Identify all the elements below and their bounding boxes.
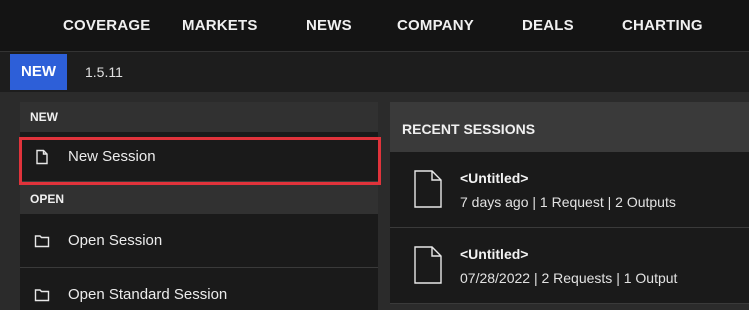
file-icon [414,246,442,284]
nav-deals[interactable]: DEALS [522,0,574,51]
folder-icon [34,288,50,301]
nav-markets[interactable]: MARKETS [182,0,258,51]
recent-sessions-panel: RECENT SESSIONS <Untitled> 7 days ago | … [390,102,749,310]
recent-session-item[interactable]: <Untitled> 7 days ago | 1 Request | 2 Ou… [390,152,749,228]
file-icon [36,149,48,164]
version-number: 1.5.11 [85,64,123,80]
nav-charting[interactable]: CHARTING [622,0,703,51]
open-session-label: Open Session [68,232,163,249]
new-session-label: New Session [68,148,156,165]
open-section-header: OPEN [20,184,378,214]
nav-coverage[interactable]: COVERAGE [63,0,150,51]
session-menu: NEW New Session OPEN Open Session Open S… [20,102,378,310]
recent-sessions-header: RECENT SESSIONS [390,102,749,152]
new-section-header: NEW [20,102,378,132]
nav-company[interactable]: COMPANY [397,0,474,51]
recent-session-item[interactable]: <Untitled> 07/28/2022 | 2 Requests | 1 O… [390,228,749,304]
folder-icon [34,234,50,247]
session-title: <Untitled> [460,170,529,186]
session-meta: 7 days ago | 1 Request | 2 Outputs [460,194,676,210]
version-bar: NEW 1.5.11 [0,51,749,92]
new-session-item[interactable]: New Session [20,132,378,182]
open-session-item[interactable]: Open Session [20,214,378,268]
open-standard-session-label: Open Standard Session [68,286,228,303]
open-standard-session-item[interactable]: Open Standard Session [20,268,378,310]
top-navigation: COVERAGE MARKETS NEWS COMPANY DEALS CHAR… [0,0,749,51]
file-icon [414,170,442,208]
nav-news[interactable]: NEWS [306,0,352,51]
session-title: <Untitled> [460,246,529,262]
session-meta: 07/28/2022 | 2 Requests | 1 Output [460,270,678,286]
new-badge: NEW [10,54,67,90]
